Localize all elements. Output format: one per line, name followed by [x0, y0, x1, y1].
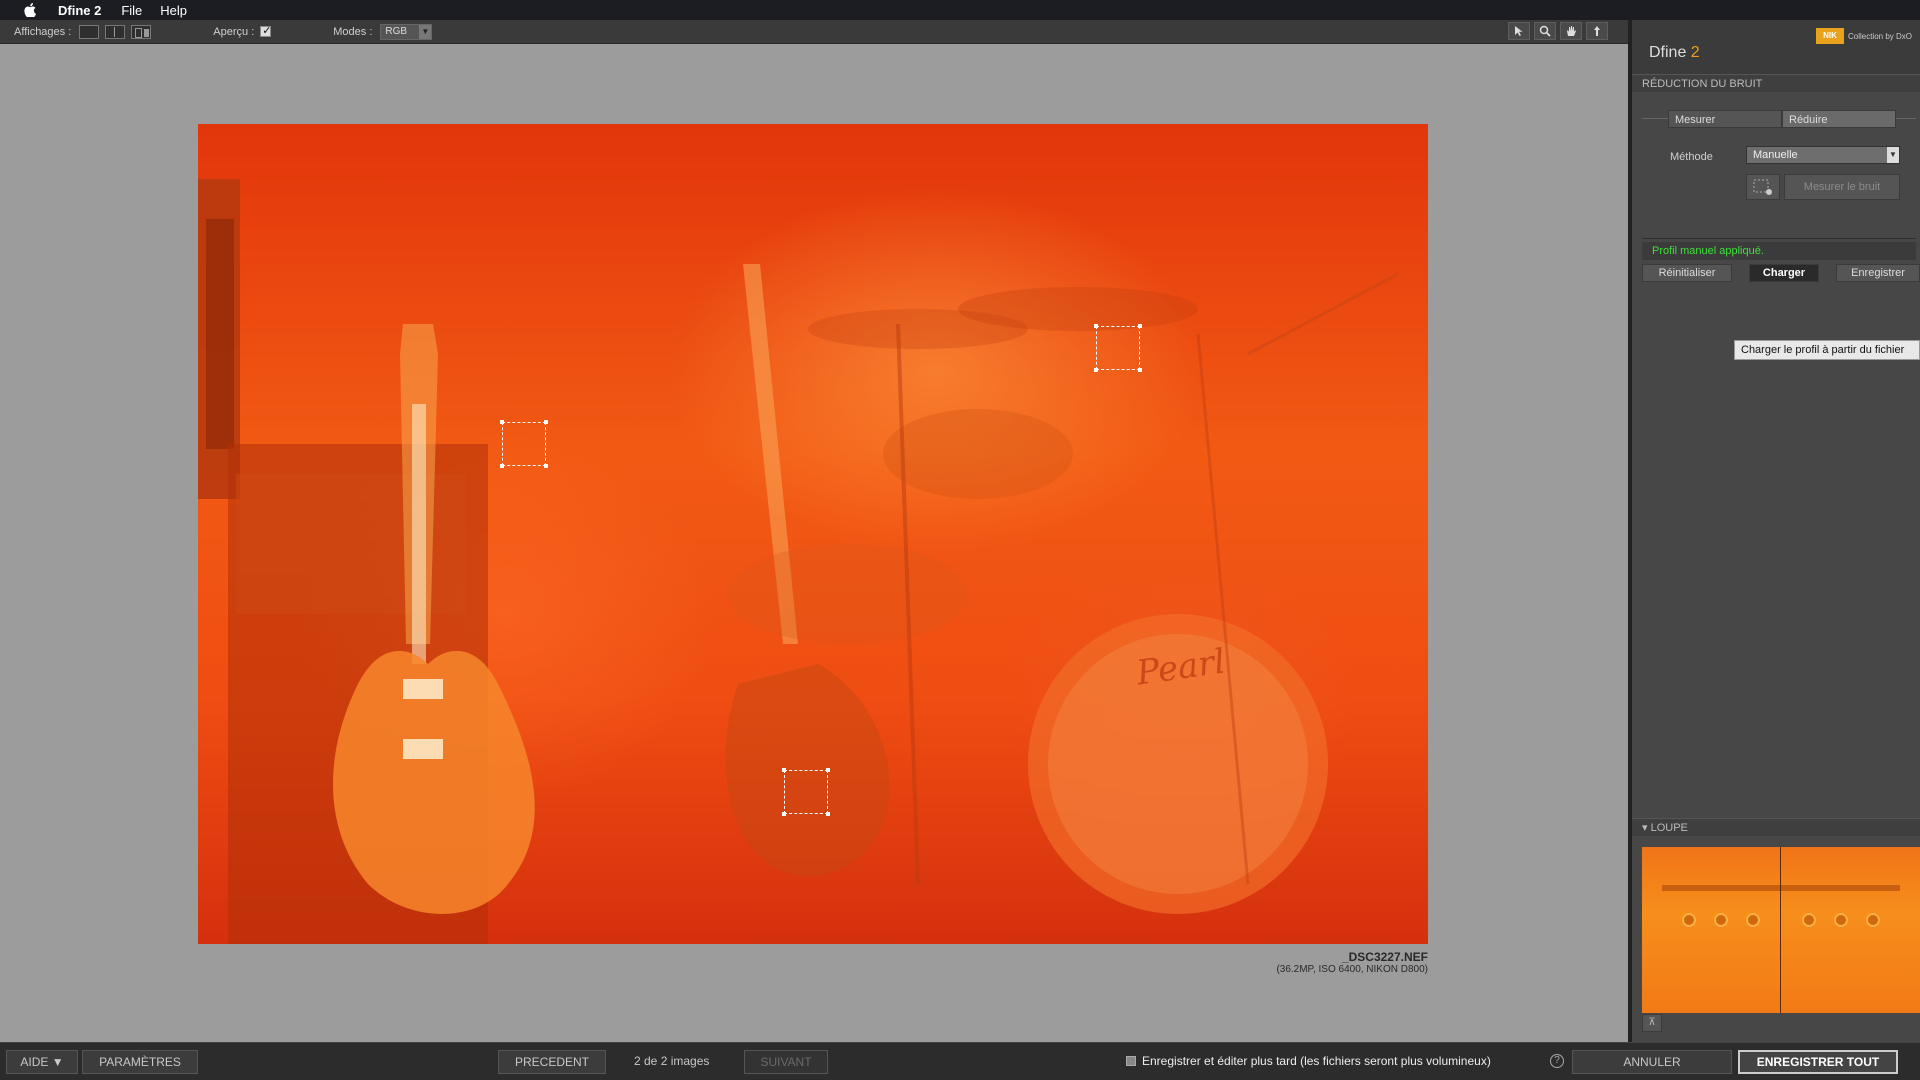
reset-button[interactable]: Réinitialiser [1642, 264, 1732, 282]
image-counter: 2 de 2 images [634, 1054, 710, 1068]
menu-help[interactable]: Help [160, 3, 187, 18]
tab-reduce[interactable]: Réduire [1782, 110, 1896, 128]
plugin-version: 2 [1690, 44, 1700, 61]
side-by-side-view-button[interactable] [131, 24, 152, 39]
loupe-detail [1714, 913, 1728, 927]
help-menu-button[interactable]: AIDE ▼ [6, 1050, 78, 1074]
views-label: Affichages : [14, 25, 72, 38]
chevron-down-icon: ▼ [419, 24, 432, 39]
hand-icon [1567, 26, 1576, 36]
save-later-checkbox[interactable] [1126, 1056, 1136, 1066]
tab-measure[interactable]: Mesurer [1668, 110, 1782, 128]
preview-checkbox[interactable] [260, 24, 271, 37]
method-select[interactable]: Manuelle ▼ [1746, 146, 1900, 164]
method-select-value: Manuelle [1753, 149, 1798, 161]
bottom-bar: AIDE ▼ PARAMÈTRES PRECEDENT 2 de 2 image… [0, 1042, 1920, 1080]
mode-select-value: RGB [385, 26, 408, 37]
method-label: Méthode [1670, 151, 1713, 163]
control-point-tool[interactable] [1586, 22, 1608, 40]
brand-text: Collection by DxO [1847, 31, 1912, 41]
view-tools [1504, 22, 1608, 40]
noise-reduction-section-title[interactable]: RÉDUCTION DU BRUIT [1632, 74, 1920, 92]
hand-tool[interactable] [1560, 22, 1582, 40]
nik-brand: NIK Collection by DxO [1815, 28, 1912, 44]
split-view-button[interactable] [105, 24, 126, 39]
loupe-preview[interactable] [1642, 847, 1920, 1013]
zoom-tool[interactable] [1534, 22, 1556, 40]
loupe-section-title[interactable]: ▾ LOUPE [1632, 818, 1920, 836]
control-panel: Dfine 2 NIK Collection by DxO RÉDUCTION … [1628, 20, 1920, 1042]
menu-app-name[interactable]: Dfine 2 [58, 3, 101, 18]
loupe-pin-button[interactable]: ⊼ [1642, 1014, 1662, 1032]
noise-measure-point[interactable] [782, 768, 830, 816]
arrow-pointer-icon [1515, 26, 1523, 36]
profile-buttons: Réinitialiser Charger Enregistrer [1642, 264, 1920, 282]
loupe-detail [1834, 913, 1848, 927]
divider [1642, 238, 1916, 239]
loupe-detail [1802, 913, 1816, 927]
single-view-button[interactable] [79, 24, 100, 39]
plugin-title: Dfine 2 [1649, 44, 1700, 61]
file-info: _DSC3227.NEF (36.2MP, ISO 6400, NIKON D8… [1276, 950, 1428, 975]
add-measure-point-button[interactable] [1746, 174, 1780, 200]
loupe-detail [1866, 913, 1880, 927]
cancel-button[interactable]: ANNULER [1572, 1050, 1732, 1074]
load-profile-tooltip: Charger le profil à partir du fichier [1734, 340, 1920, 360]
apple-icon[interactable] [20, 3, 40, 17]
panel-header: Dfine 2 NIK Collection by DxO [1632, 20, 1920, 74]
loupe-split-line [1780, 847, 1781, 1013]
mode-tabs: Mesurer Réduire [1668, 110, 1896, 128]
modes-label: Modes : [333, 25, 373, 38]
save-profile-button[interactable]: Enregistrer [1836, 264, 1920, 282]
mode-select[interactable]: RGB ▼ [380, 23, 433, 40]
nik-logo: NIK [1815, 28, 1844, 44]
save-all-button[interactable]: ENREGISTRER TOUT [1738, 1050, 1898, 1074]
next-button[interactable]: SUIVANT [744, 1050, 828, 1074]
photo-preview[interactable]: Pearl [198, 124, 1428, 944]
add-point-icon [1753, 179, 1772, 195]
loupe-detail [1746, 913, 1760, 927]
save-later-label: Enregistrer et éditer plus tard (les fic… [1142, 1054, 1491, 1068]
settings-button[interactable]: PARAMÈTRES [82, 1050, 198, 1074]
loupe-detail [1662, 885, 1900, 891]
magnifier-icon [1539, 25, 1551, 37]
load-profile-button[interactable]: Charger [1749, 264, 1819, 282]
help-icon[interactable]: ? [1550, 1054, 1564, 1068]
pin-icon [1594, 26, 1600, 36]
file-meta: (36.2MP, ISO 6400, NIKON D800) [1276, 964, 1428, 975]
photo-scene: Pearl [198, 179, 1399, 944]
menu-bar: Dfine 2 File Help [0, 0, 1920, 20]
measure-noise-button[interactable]: Mesurer le bruit [1784, 174, 1900, 200]
profile-status: Profil manuel appliqué. [1642, 242, 1916, 260]
menu-file[interactable]: File [121, 3, 142, 18]
chevron-down-icon: ▼ [1887, 147, 1899, 163]
file-name: _DSC3227.NEF [1341, 950, 1428, 964]
loupe-detail [1682, 913, 1696, 927]
pointer-tool[interactable] [1508, 22, 1530, 40]
preview-canvas[interactable]: Pearl _DSC3227.NEF (36.2MP, ISO 6400, NI… [0, 44, 1628, 1042]
previous-button[interactable]: PRECEDENT [498, 1050, 606, 1074]
preview-label: Aperçu : [213, 25, 255, 38]
noise-measure-point[interactable] [500, 420, 548, 468]
noise-measure-point[interactable] [1094, 324, 1142, 372]
top-toolbar: Affichages : Aperçu : Modes : RGB ▼ [0, 20, 1628, 44]
